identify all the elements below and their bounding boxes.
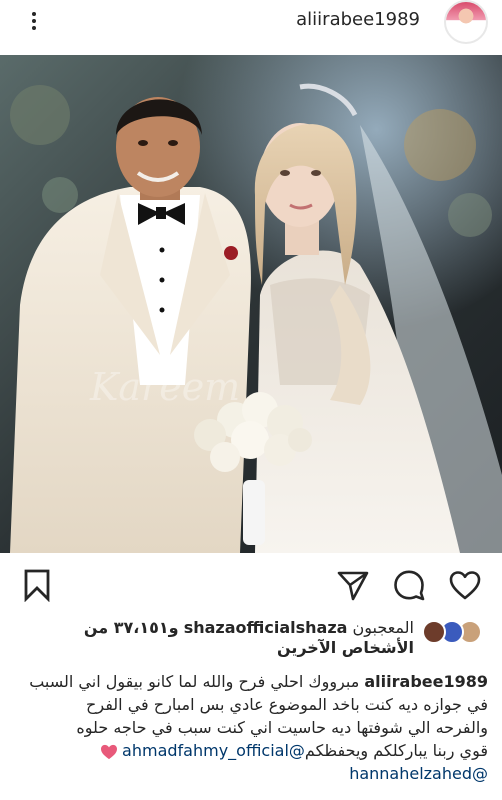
post-caption: aliirabee1989 مبرووك احلي فرح والله لما … xyxy=(14,670,488,785)
wedding-photo-illustration: Kareem xyxy=(0,55,502,553)
post-author-username[interactable]: aliirabee1989 xyxy=(296,9,420,30)
mention-link[interactable]: @hannahelzahed xyxy=(349,764,488,783)
post-header: aliirabee1989 xyxy=(0,0,502,48)
caption-line: والفرحه الي شوفتها ديه حاسيت اني كنت سبب… xyxy=(76,718,488,737)
likes-summary[interactable]: المعجبون shazaofficialshaza و٣٧،١٥١ من ا… xyxy=(20,616,482,666)
bookmark-icon[interactable] xyxy=(20,568,54,603)
caption-line: aliirabee1989 مبرووك احلي فرح والله لما … xyxy=(14,670,488,693)
caption-text: مبرووك احلي فرح والله لما كانو بيقول اني… xyxy=(29,672,360,691)
photo-watermark: Kareem xyxy=(89,365,240,409)
liker-avatar xyxy=(422,620,446,644)
likes-text: المعجبون shazaofficialshaza و٣٧،١٥١ من ا… xyxy=(22,618,414,658)
post-author-avatar[interactable] xyxy=(444,0,488,44)
post-actions-bar xyxy=(0,562,502,610)
mention-link[interactable]: @ahmadfahmy_official xyxy=(122,741,305,760)
caption-text: قوي ربنا يباركلكم ويحفظكم xyxy=(304,741,488,760)
caption-line: قوي ربنا يباركلكم ويحفظكم@ahmadfahmy_off… xyxy=(14,739,488,762)
liker-avatars xyxy=(422,620,482,646)
caption-line: @hannahelzahed xyxy=(14,762,488,785)
comment-icon[interactable] xyxy=(392,568,426,602)
likes-prefix: المعجبون xyxy=(352,618,414,637)
heart-icon[interactable] xyxy=(448,568,482,602)
caption-line: في جوازه ديه كنت باخد الموضوع عادي بس ام… xyxy=(86,695,488,714)
caption-username[interactable]: aliirabee1989 xyxy=(364,672,488,691)
share-icon[interactable] xyxy=(336,568,370,602)
likes-username[interactable]: shazaofficialshaza xyxy=(184,618,348,637)
more-dot xyxy=(32,19,36,23)
post-photo[interactable]: Kareem xyxy=(0,55,502,553)
more-options-icon[interactable] xyxy=(22,9,46,33)
more-dot xyxy=(32,26,36,30)
more-dot xyxy=(32,12,36,16)
heart-emoji-icon xyxy=(101,744,118,759)
